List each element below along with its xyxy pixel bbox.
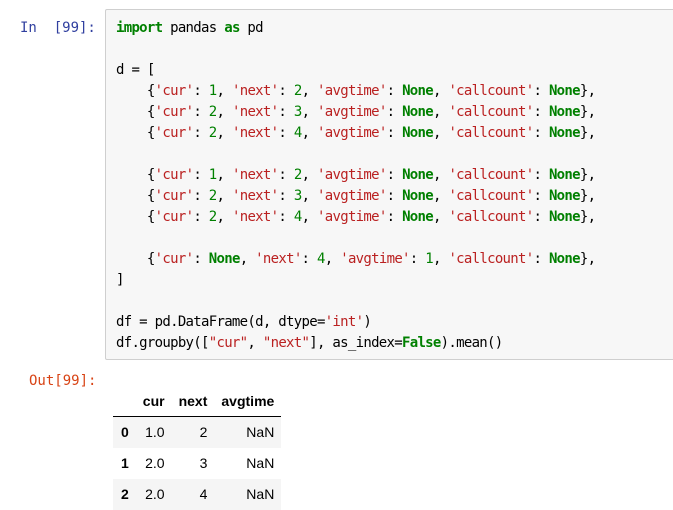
code-line-list-open: d = [	[116, 62, 155, 78]
table-row: 1 2.0 3 NaN	[113, 448, 281, 479]
row-index: 1	[121, 455, 129, 471]
cell-next: 4	[199, 486, 208, 502]
code-line-dict-entry: {'cur': 2, 'next': 3, 'avgtime': None, '…	[116, 104, 596, 120]
column-header-next: next	[171, 386, 215, 417]
code-line-dict-entry: {'cur': 1, 'next': 2, 'avgtime': None, '…	[116, 167, 596, 183]
code-line-dataframe: df = pd.DataFrame(d, dtype='int')	[116, 314, 372, 330]
cell-cur: 2.0	[145, 486, 165, 502]
code-editor[interactable]: import pandas as pd d = [ {'cur': 1, 'ne…	[116, 18, 596, 354]
table-row: 0 1.0 2 NaN	[113, 416, 282, 448]
cell-next: 2	[199, 424, 208, 441]
cell-avgtime: NaN	[246, 455, 275, 471]
row-index: 0	[121, 424, 129, 441]
row-index: 2	[121, 486, 129, 502]
cell-avgtime: NaN	[246, 486, 275, 502]
code-line-dict-entry: {'cur': 2, 'next': 4, 'avgtime': None, '…	[116, 125, 596, 141]
column-header-index	[113, 386, 136, 417]
code-line-list-close: ]	[116, 272, 124, 288]
code-input-area[interactable]: import pandas as pd d = [ {'cur': 1, 'ne…	[105, 9, 673, 360]
column-header-avgtime: avgtime	[214, 386, 282, 417]
cell-cur: 1.0	[145, 424, 165, 441]
table-row: 2 2.0 4 NaN	[113, 478, 282, 510]
code-line-dict-entry: {'cur': 2, 'next': 4, 'avgtime': None, '…	[116, 209, 596, 225]
input-prompt: In [99]:	[20, 20, 96, 36]
cell-next: 3	[199, 455, 208, 471]
output-prompt: Out[99]:	[29, 373, 97, 389]
code-line-groupby: df.groupby(["cur", "next"], as_index=Fal…	[116, 335, 503, 351]
cell-avgtime: NaN	[246, 424, 275, 441]
column-header-cur: cur	[135, 386, 172, 417]
cell-cur: 2.0	[145, 455, 165, 471]
code-line-1: import pandas as pd	[116, 20, 264, 36]
code-line-dict-entry: {'cur': None, 'next': 4, 'avgtime': 1, '…	[116, 251, 596, 267]
table-header-row: cur next avgtime	[113, 386, 282, 417]
code-line-dict-entry: {'cur': 1, 'next': 2, 'avgtime': None, '…	[116, 83, 596, 99]
output-dataframe: cur next avgtime 0 1.0 2 NaN 1 2.0 3 NaN…	[113, 386, 282, 510]
code-line-dict-entry: {'cur': 2, 'next': 3, 'avgtime': None, '…	[116, 188, 596, 204]
